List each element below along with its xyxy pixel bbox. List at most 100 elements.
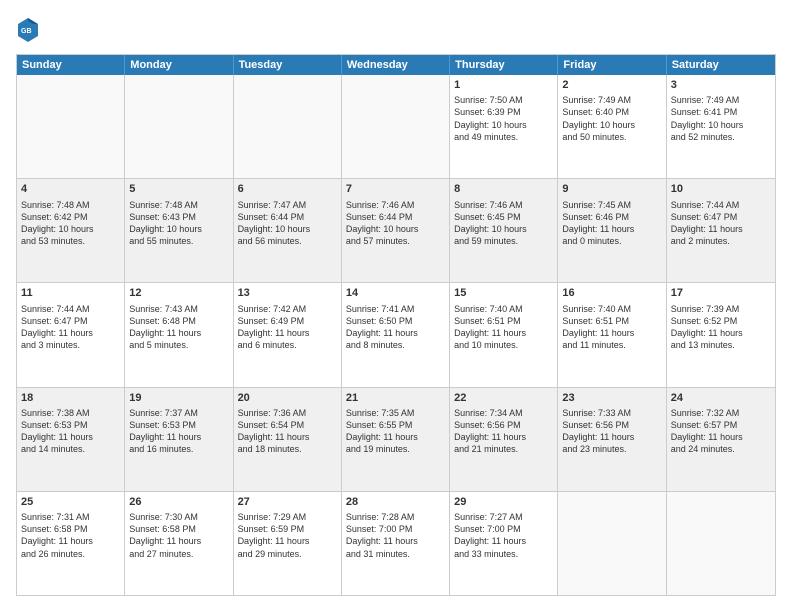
cell-content: Sunrise: 7:41 AMSunset: 6:50 PMDaylight:… [346, 303, 445, 352]
day-number: 21 [346, 391, 445, 405]
calendar-cell: 12 Sunrise: 7:43 AMSunset: 6:48 PMDayligh… [125, 283, 233, 386]
header-day-saturday: Saturday [667, 55, 775, 75]
cell-content: Sunrise: 7:50 AMSunset: 6:39 PMDaylight:… [454, 94, 553, 143]
calendar-cell: 29 Sunrise: 7:27 AMSunset: 7:00 PMDayligh… [450, 492, 558, 595]
cell-content: Sunrise: 7:40 AMSunset: 6:51 PMDaylight:… [562, 303, 661, 352]
day-number: 1 [454, 78, 553, 92]
day-number: 8 [454, 182, 553, 196]
calendar-cell: 11 Sunrise: 7:44 AMSunset: 6:47 PMDayligh… [17, 283, 125, 386]
calendar-cell: 27 Sunrise: 7:29 AMSunset: 6:59 PMDayligh… [234, 492, 342, 595]
calendar-cell: 21 Sunrise: 7:35 AMSunset: 6:55 PMDayligh… [342, 388, 450, 491]
calendar-cell: 8 Sunrise: 7:46 AMSunset: 6:45 PMDaylight… [450, 179, 558, 282]
page: GB SundayMondayTuesdayWednesdayThursdayF… [0, 0, 792, 612]
calendar-cell: 10Sunrise: 7:44 AMSunset: 6:47 PMDayligh… [667, 179, 775, 282]
day-number: 5 [129, 182, 228, 196]
cell-content: Sunrise: 7:43 AMSunset: 6:48 PMDaylight:… [129, 303, 228, 352]
calendar-cell: 22 Sunrise: 7:34 AMSunset: 6:56 PMDayligh… [450, 388, 558, 491]
svg-text:GB: GB [21, 28, 32, 35]
calendar-week-4: 18Sunrise: 7:38 AMSunset: 6:53 PMDayligh… [17, 388, 775, 492]
day-number: 11 [21, 286, 120, 300]
day-number: 14 [346, 286, 445, 300]
day-number: 27 [238, 495, 337, 509]
calendar-cell [342, 75, 450, 178]
calendar-cell: 4 Sunrise: 7:48 AMSunset: 6:42 PMDaylight… [17, 179, 125, 282]
calendar-cell: 1 Sunrise: 7:50 AMSunset: 6:39 PMDaylight… [450, 75, 558, 178]
cell-content: Sunrise: 7:48 AMSunset: 6:43 PMDaylight:… [129, 199, 228, 248]
day-number: 22 [454, 391, 553, 405]
cell-content: Sunrise: 7:29 AMSunset: 6:59 PMDaylight:… [238, 511, 337, 560]
calendar-cell: 7Sunrise: 7:46 AMSunset: 6:44 PMDaylight… [342, 179, 450, 282]
calendar: SundayMondayTuesdayWednesdayThursdayFrid… [16, 54, 776, 596]
logo: GB [16, 16, 44, 44]
calendar-cell: 23 Sunrise: 7:33 AMSunset: 6:56 PMDayligh… [558, 388, 666, 491]
cell-content: Sunrise: 7:49 AMSunset: 6:40 PMDaylight:… [562, 94, 661, 143]
day-number: 23 [562, 391, 661, 405]
calendar-cell [558, 492, 666, 595]
cell-content: Sunrise: 7:42 AMSunset: 6:49 PMDaylight:… [238, 303, 337, 352]
calendar-week-1: 1 Sunrise: 7:50 AMSunset: 6:39 PMDaylight… [17, 75, 775, 179]
cell-content: Sunrise: 7:34 AMSunset: 6:56 PMDaylight:… [454, 407, 553, 456]
cell-content: Sunrise: 7:37 AMSunset: 6:53 PMDaylight:… [129, 407, 228, 456]
cell-content: Sunrise: 7:48 AMSunset: 6:42 PMDaylight:… [21, 199, 120, 248]
header-day-monday: Monday [125, 55, 233, 75]
calendar-cell: 25 Sunrise: 7:31 AMSunset: 6:58 PMDayligh… [17, 492, 125, 595]
cell-content: Sunrise: 7:28 AMSunset: 7:00 PMDaylight:… [346, 511, 445, 560]
cell-content: Sunrise: 7:36 AMSunset: 6:54 PMDaylight:… [238, 407, 337, 456]
day-number: 6 [238, 182, 337, 196]
header: GB [16, 16, 776, 44]
cell-content: Sunrise: 7:44 AMSunset: 6:47 PMDaylight:… [21, 303, 120, 352]
day-number: 25 [21, 495, 120, 509]
day-number: 4 [21, 182, 120, 196]
calendar-cell: 18Sunrise: 7:38 AMSunset: 6:53 PMDayligh… [17, 388, 125, 491]
calendar-cell: 2 Sunrise: 7:49 AMSunset: 6:40 PMDaylight… [558, 75, 666, 178]
calendar-cell: 19 Sunrise: 7:37 AMSunset: 6:53 PMDayligh… [125, 388, 233, 491]
cell-content: Sunrise: 7:35 AMSunset: 6:55 PMDaylight:… [346, 407, 445, 456]
header-day-thursday: Thursday [450, 55, 558, 75]
calendar-cell: 24Sunrise: 7:32 AMSunset: 6:57 PMDayligh… [667, 388, 775, 491]
calendar-cell: 26 Sunrise: 7:30 AMSunset: 6:58 PMDayligh… [125, 492, 233, 595]
calendar-cell [125, 75, 233, 178]
calendar-week-2: 4 Sunrise: 7:48 AMSunset: 6:42 PMDaylight… [17, 179, 775, 283]
calendar-cell: 3 Sunrise: 7:49 AMSunset: 6:41 PMDaylight… [667, 75, 775, 178]
day-number: 28 [346, 495, 445, 509]
calendar-cell: 5 Sunrise: 7:48 AMSunset: 6:43 PMDaylight… [125, 179, 233, 282]
day-number: 12 [129, 286, 228, 300]
day-number: 15 [454, 286, 553, 300]
cell-content: Sunrise: 7:38 AMSunset: 6:53 PMDaylight:… [21, 407, 120, 456]
logo-icon: GB [16, 16, 40, 44]
calendar-header: SundayMondayTuesdayWednesdayThursdayFrid… [17, 55, 775, 75]
header-day-wednesday: Wednesday [342, 55, 450, 75]
cell-content: Sunrise: 7:33 AMSunset: 6:56 PMDaylight:… [562, 407, 661, 456]
day-number: 13 [238, 286, 337, 300]
calendar-cell: 13 Sunrise: 7:42 AMSunset: 6:49 PMDayligh… [234, 283, 342, 386]
cell-content: Sunrise: 7:31 AMSunset: 6:58 PMDaylight:… [21, 511, 120, 560]
calendar-week-5: 25 Sunrise: 7:31 AMSunset: 6:58 PMDayligh… [17, 492, 775, 595]
cell-content: Sunrise: 7:44 AMSunset: 6:47 PMDaylight:… [671, 199, 771, 248]
header-day-sunday: Sunday [17, 55, 125, 75]
calendar-cell: 28 Sunrise: 7:28 AMSunset: 7:00 PMDayligh… [342, 492, 450, 595]
day-number: 26 [129, 495, 228, 509]
day-number: 19 [129, 391, 228, 405]
calendar-cell: 6 Sunrise: 7:47 AMSunset: 6:44 PMDaylight… [234, 179, 342, 282]
calendar-week-3: 11 Sunrise: 7:44 AMSunset: 6:47 PMDayligh… [17, 283, 775, 387]
day-number: 16 [562, 286, 661, 300]
header-day-friday: Friday [558, 55, 666, 75]
cell-content: Sunrise: 7:49 AMSunset: 6:41 PMDaylight:… [671, 94, 771, 143]
cell-content: Sunrise: 7:46 AMSunset: 6:45 PMDaylight:… [454, 199, 553, 248]
day-number: 3 [671, 78, 771, 92]
cell-content: Sunrise: 7:30 AMSunset: 6:58 PMDaylight:… [129, 511, 228, 560]
cell-content: Sunrise: 7:47 AMSunset: 6:44 PMDaylight:… [238, 199, 337, 248]
day-number: 29 [454, 495, 553, 509]
cell-content: Sunrise: 7:27 AMSunset: 7:00 PMDaylight:… [454, 511, 553, 560]
day-number: 2 [562, 78, 661, 92]
calendar-cell: 16 Sunrise: 7:40 AMSunset: 6:51 PMDayligh… [558, 283, 666, 386]
cell-content: Sunrise: 7:45 AMSunset: 6:46 PMDaylight:… [562, 199, 661, 248]
cell-content: Sunrise: 7:40 AMSunset: 6:51 PMDaylight:… [454, 303, 553, 352]
day-number: 7 [346, 182, 445, 196]
header-day-tuesday: Tuesday [234, 55, 342, 75]
calendar-cell [17, 75, 125, 178]
calendar-cell [234, 75, 342, 178]
calendar-cell [667, 492, 775, 595]
day-number: 17 [671, 286, 771, 300]
day-number: 20 [238, 391, 337, 405]
